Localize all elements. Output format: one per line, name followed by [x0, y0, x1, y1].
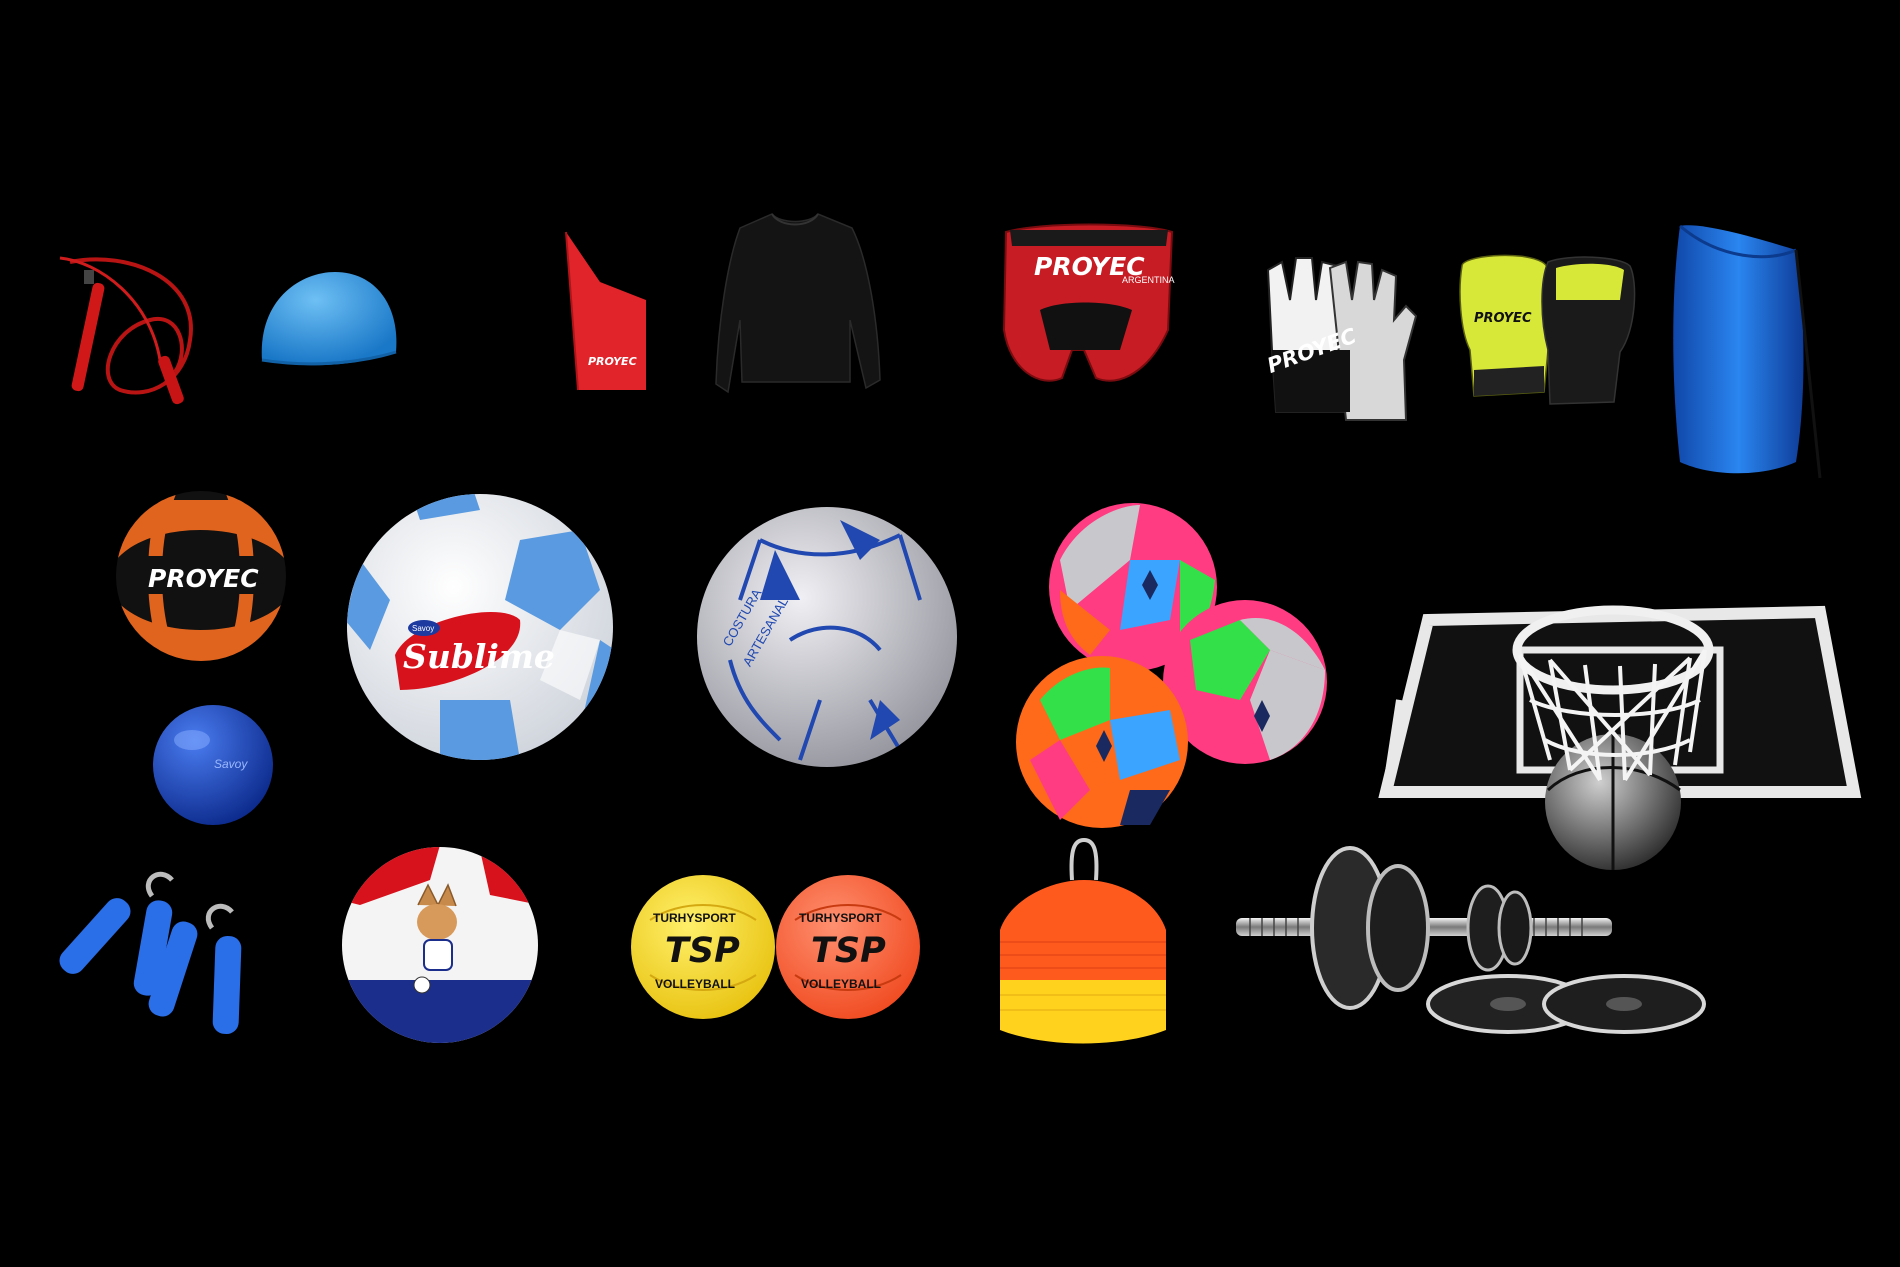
- product-collage: PROYEC PROYEC ARGENTINA PROYEC PROYEC PR…: [59, 213, 1862, 1044]
- training-cones: [1000, 837, 1166, 1044]
- yellow-ball-logo: TSP: [665, 931, 740, 971]
- soccer-ball-mascot: [342, 847, 538, 1043]
- medicine-ball-brand-label: PROYEC: [148, 564, 259, 593]
- hand-grips: [59, 871, 242, 1035]
- boxing-gloves-brand-label: PROYEC: [1474, 311, 1532, 326]
- band-brand-label: PROYEC: [588, 355, 637, 368]
- thermal-shirt: [715, 213, 881, 394]
- headgear-country-label: ARGENTINA: [1122, 275, 1175, 285]
- jump-rope: [59, 256, 193, 405]
- drawstring-bag: [1673, 224, 1822, 479]
- volleyball-yellow: TURHYSPORT TSP VOLLEYBALL: [631, 875, 775, 1019]
- savoy-logo: Savoy: [412, 624, 434, 633]
- dumbbell-set: [1236, 846, 1706, 1034]
- sublime-logo: Sublime: [403, 637, 555, 676]
- yellow-ball-brand: TURHYSPORT: [653, 911, 736, 925]
- goalkeeper-gloves: PROYEC: [1264, 257, 1418, 421]
- small-blue-ball: Savoy: [153, 705, 273, 825]
- medicine-ball: PROYEC: [116, 491, 286, 661]
- soccer-ball-silver: ARTESANAL COSTURA: [697, 507, 957, 767]
- yellow-ball-type: VOLLEYBALL: [655, 977, 735, 991]
- boxing-gloves: PROYEC: [1459, 254, 1636, 405]
- boxing-headgear: PROYEC ARGENTINA: [1002, 223, 1175, 382]
- basketball-hoop: [1378, 605, 1862, 870]
- orange-ball-type: VOLLEYBALL: [801, 977, 881, 991]
- small-ball-logo: Savoy: [214, 757, 248, 771]
- soccer-ball-sublime: Sublime Savoy: [347, 494, 613, 760]
- orange-ball-logo: TSP: [811, 931, 886, 971]
- orange-ball-brand: TURHYSPORT: [799, 911, 882, 925]
- neon-ball-left: [1016, 656, 1188, 828]
- resistance-band: PROYEC: [565, 231, 646, 391]
- volleyball-orange: TURHYSPORT TSP VOLLEYBALL: [776, 875, 920, 1019]
- swim-cap: [261, 272, 397, 366]
- neon-soccer-balls: [1016, 503, 1327, 828]
